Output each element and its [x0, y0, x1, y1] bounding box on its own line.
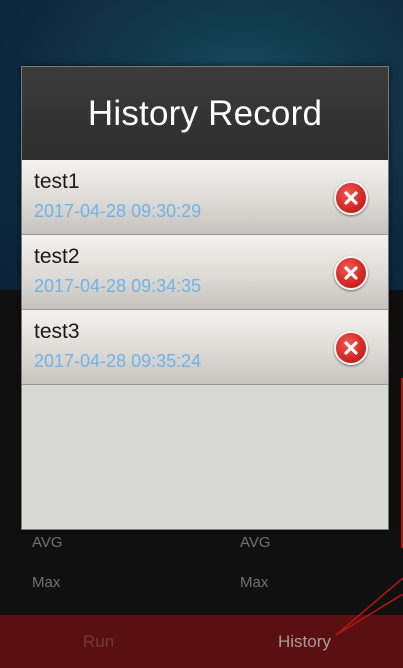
dialog-title: History Record	[87, 93, 323, 133]
history-record-list: test1 2017-04-28 09:30:29 test2 2017-04-…	[22, 160, 388, 385]
close-circle-icon	[344, 191, 358, 205]
delete-record-button[interactable]	[334, 256, 368, 290]
record-name: test2	[34, 245, 80, 268]
close-circle-icon	[344, 266, 358, 280]
delete-record-button[interactable]	[334, 331, 368, 365]
dialog-empty-area	[22, 385, 388, 529]
delete-record-button[interactable]	[334, 181, 368, 215]
record-name: test1	[34, 170, 80, 193]
record-timestamp: 2017-04-28 09:34:35	[34, 276, 202, 296]
history-record-item[interactable]: test1 2017-04-28 09:30:29	[22, 160, 388, 235]
history-dialog: History Record test1 2017-04-28 09:30:29…	[21, 66, 389, 530]
record-timestamp: 2017-04-28 09:30:29	[34, 201, 202, 221]
dialog-header: History Record	[22, 67, 388, 160]
record-timestamp: 2017-04-28 09:35:24	[34, 351, 202, 371]
close-circle-icon	[344, 341, 358, 355]
history-record-item[interactable]: test2 2017-04-28 09:34:35	[22, 235, 388, 310]
history-record-item[interactable]: test3 2017-04-28 09:35:24	[22, 310, 388, 385]
record-name: test3	[34, 320, 80, 343]
